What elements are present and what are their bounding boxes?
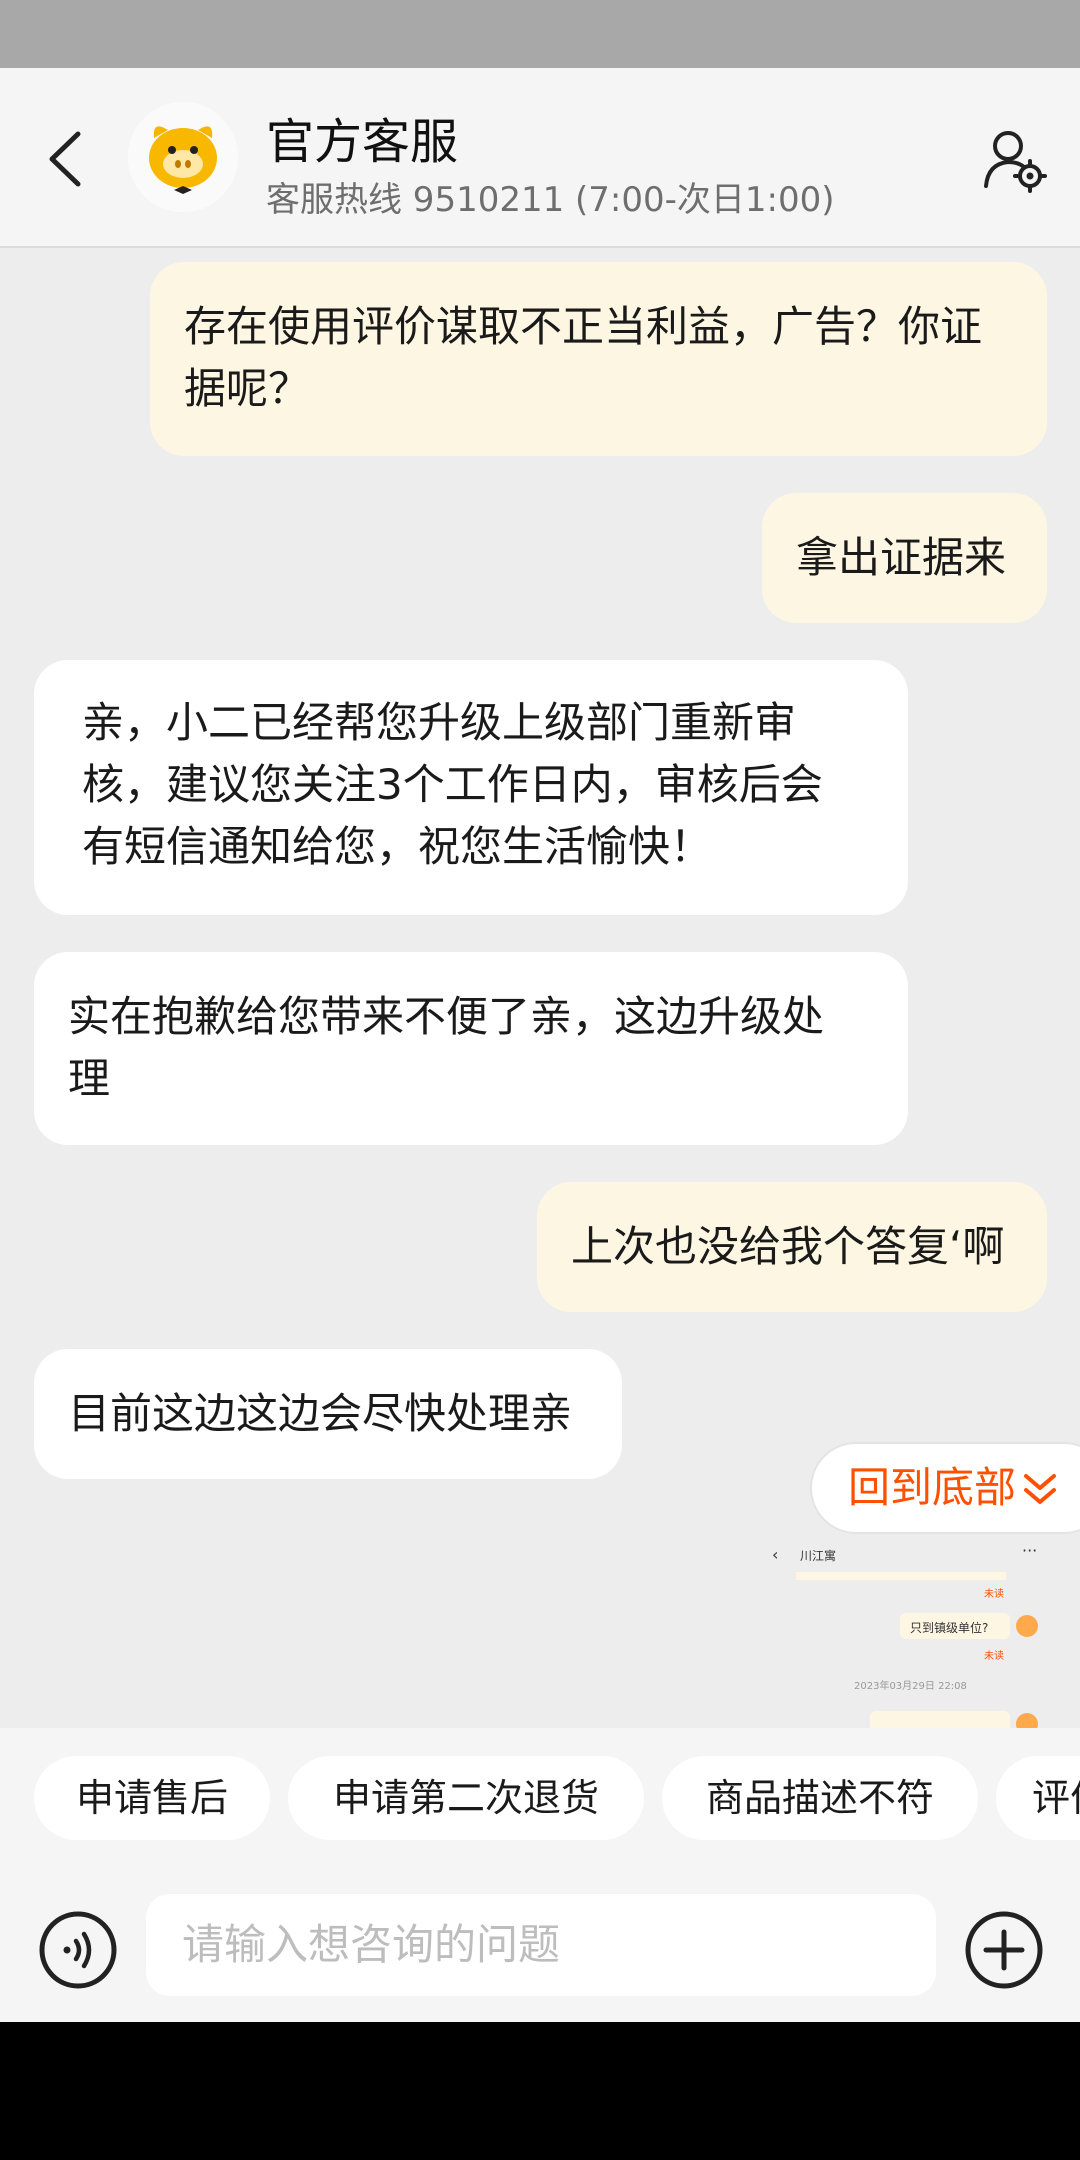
message-bubble-outgoing[interactable]: 拿出证据来 — [762, 493, 1047, 623]
back-to-bottom-button[interactable]: 回到底部 — [810, 1442, 1080, 1534]
chat-title: 官方客服 — [266, 114, 459, 170]
hotline-subtitle: 客服热线 9510211 (7:00-次日1:00) — [266, 180, 835, 220]
voice-icon — [39, 1911, 117, 1989]
message-input[interactable]: 请输入想咨询的问题 — [146, 1894, 936, 1996]
message-bubble-outgoing[interactable]: 存在使用评价谋取不正当利益，广告？你证 据呢？ — [150, 262, 1047, 456]
double-chevron-down-icon — [1024, 1474, 1056, 1504]
thumbnail-unread: 未读 — [984, 1589, 1004, 1600]
chevron-left-icon — [49, 131, 81, 187]
quick-reply-review[interactable]: 评价 — [996, 1756, 1080, 1840]
quick-reply-second-return[interactable]: 申请第二次退货 — [288, 1756, 644, 1840]
plus-icon — [965, 1911, 1043, 1989]
message-text: 上次也没给我个答复‘啊 — [571, 1222, 1005, 1271]
voice-button[interactable] — [38, 1910, 118, 1990]
thumbnail-back-icon: ‹ — [772, 1545, 779, 1564]
message-text: 亲，小二已经帮您升级上级部门重新审 — [82, 698, 797, 747]
thumbnail-bar — [796, 1572, 1006, 1580]
thumbnail-unread: 未读 — [984, 1651, 1004, 1662]
message-bubble-incoming[interactable]: 目前这边这边会尽快处理亲 — [34, 1349, 622, 1479]
thumbnail-date: 2023年03月29日 22:08 — [854, 1681, 967, 1692]
screenshot-thumbnail[interactable]: ‹ 川江寓 ··· 未读 只到镇级单位? 未读 2023年03月29日 22:0… — [760, 1535, 1060, 1728]
thumbnail-more-icon: ··· — [1022, 1541, 1038, 1560]
system-navigation-bar — [0, 2022, 1080, 2160]
message-text: 拿出证据来 — [796, 533, 1007, 582]
chat-header: 官方客服 客服热线 9510211 (7:00-次日1:00) — [0, 68, 1080, 248]
quick-reply-after-sales[interactable]: 申请售后 — [34, 1756, 270, 1840]
message-bubble-incoming[interactable]: 亲，小二已经帮您升级上级部门重新审 核，建议您关注3个工作日内，审核后会 有短信… — [34, 660, 908, 915]
quick-reply-description-mismatch[interactable]: 商品描述不符 — [662, 1756, 978, 1840]
thumbnail-message: 只到镇级单位? — [910, 1621, 989, 1635]
message-bubble-incoming[interactable]: 实在抱歉给您带来不便了亲，这边升级处 理 — [34, 952, 908, 1145]
thumbnail-message-bubble — [870, 1711, 1010, 1728]
message-bubble-outgoing[interactable]: 上次也没给我个答复‘啊 — [537, 1182, 1047, 1312]
mascot-icon — [128, 102, 238, 212]
message-text: 实在抱歉给您带来不便了亲，这边升级处 — [68, 992, 825, 1041]
message-text: 有短信通知给您，祝您生活愉快！ — [82, 822, 713, 871]
more-options-button[interactable] — [964, 1910, 1044, 1990]
status-bar — [0, 0, 1080, 68]
back-to-bottom-label: 回到底部 — [848, 1463, 1017, 1512]
message-text: 据呢？ — [184, 364, 311, 413]
message-text: 存在使用评价谋取不正当利益，广告？你证 — [184, 302, 983, 351]
thumbnail-title: 川江寓 — [800, 1549, 837, 1563]
message-text: 核，建议您关注3个工作日内，审核后会 — [82, 760, 823, 809]
message-text: 目前这边这边会尽快处理亲 — [68, 1389, 573, 1438]
avatar[interactable] — [128, 102, 238, 212]
message-text: 理 — [68, 1054, 111, 1103]
quick-reply-bar[interactable]: 申请售后 申请第二次退货 商品描述不符 评价 — [0, 1728, 1080, 1858]
input-bar: 请输入想咨询的问题 — [0, 1858, 1080, 2022]
thumbnail-avatar — [1016, 1615, 1038, 1637]
profile-settings-button[interactable] — [980, 126, 1048, 194]
user-settings-icon — [984, 131, 1047, 193]
thumbnail-avatar — [1016, 1713, 1038, 1728]
back-button[interactable] — [40, 126, 92, 192]
